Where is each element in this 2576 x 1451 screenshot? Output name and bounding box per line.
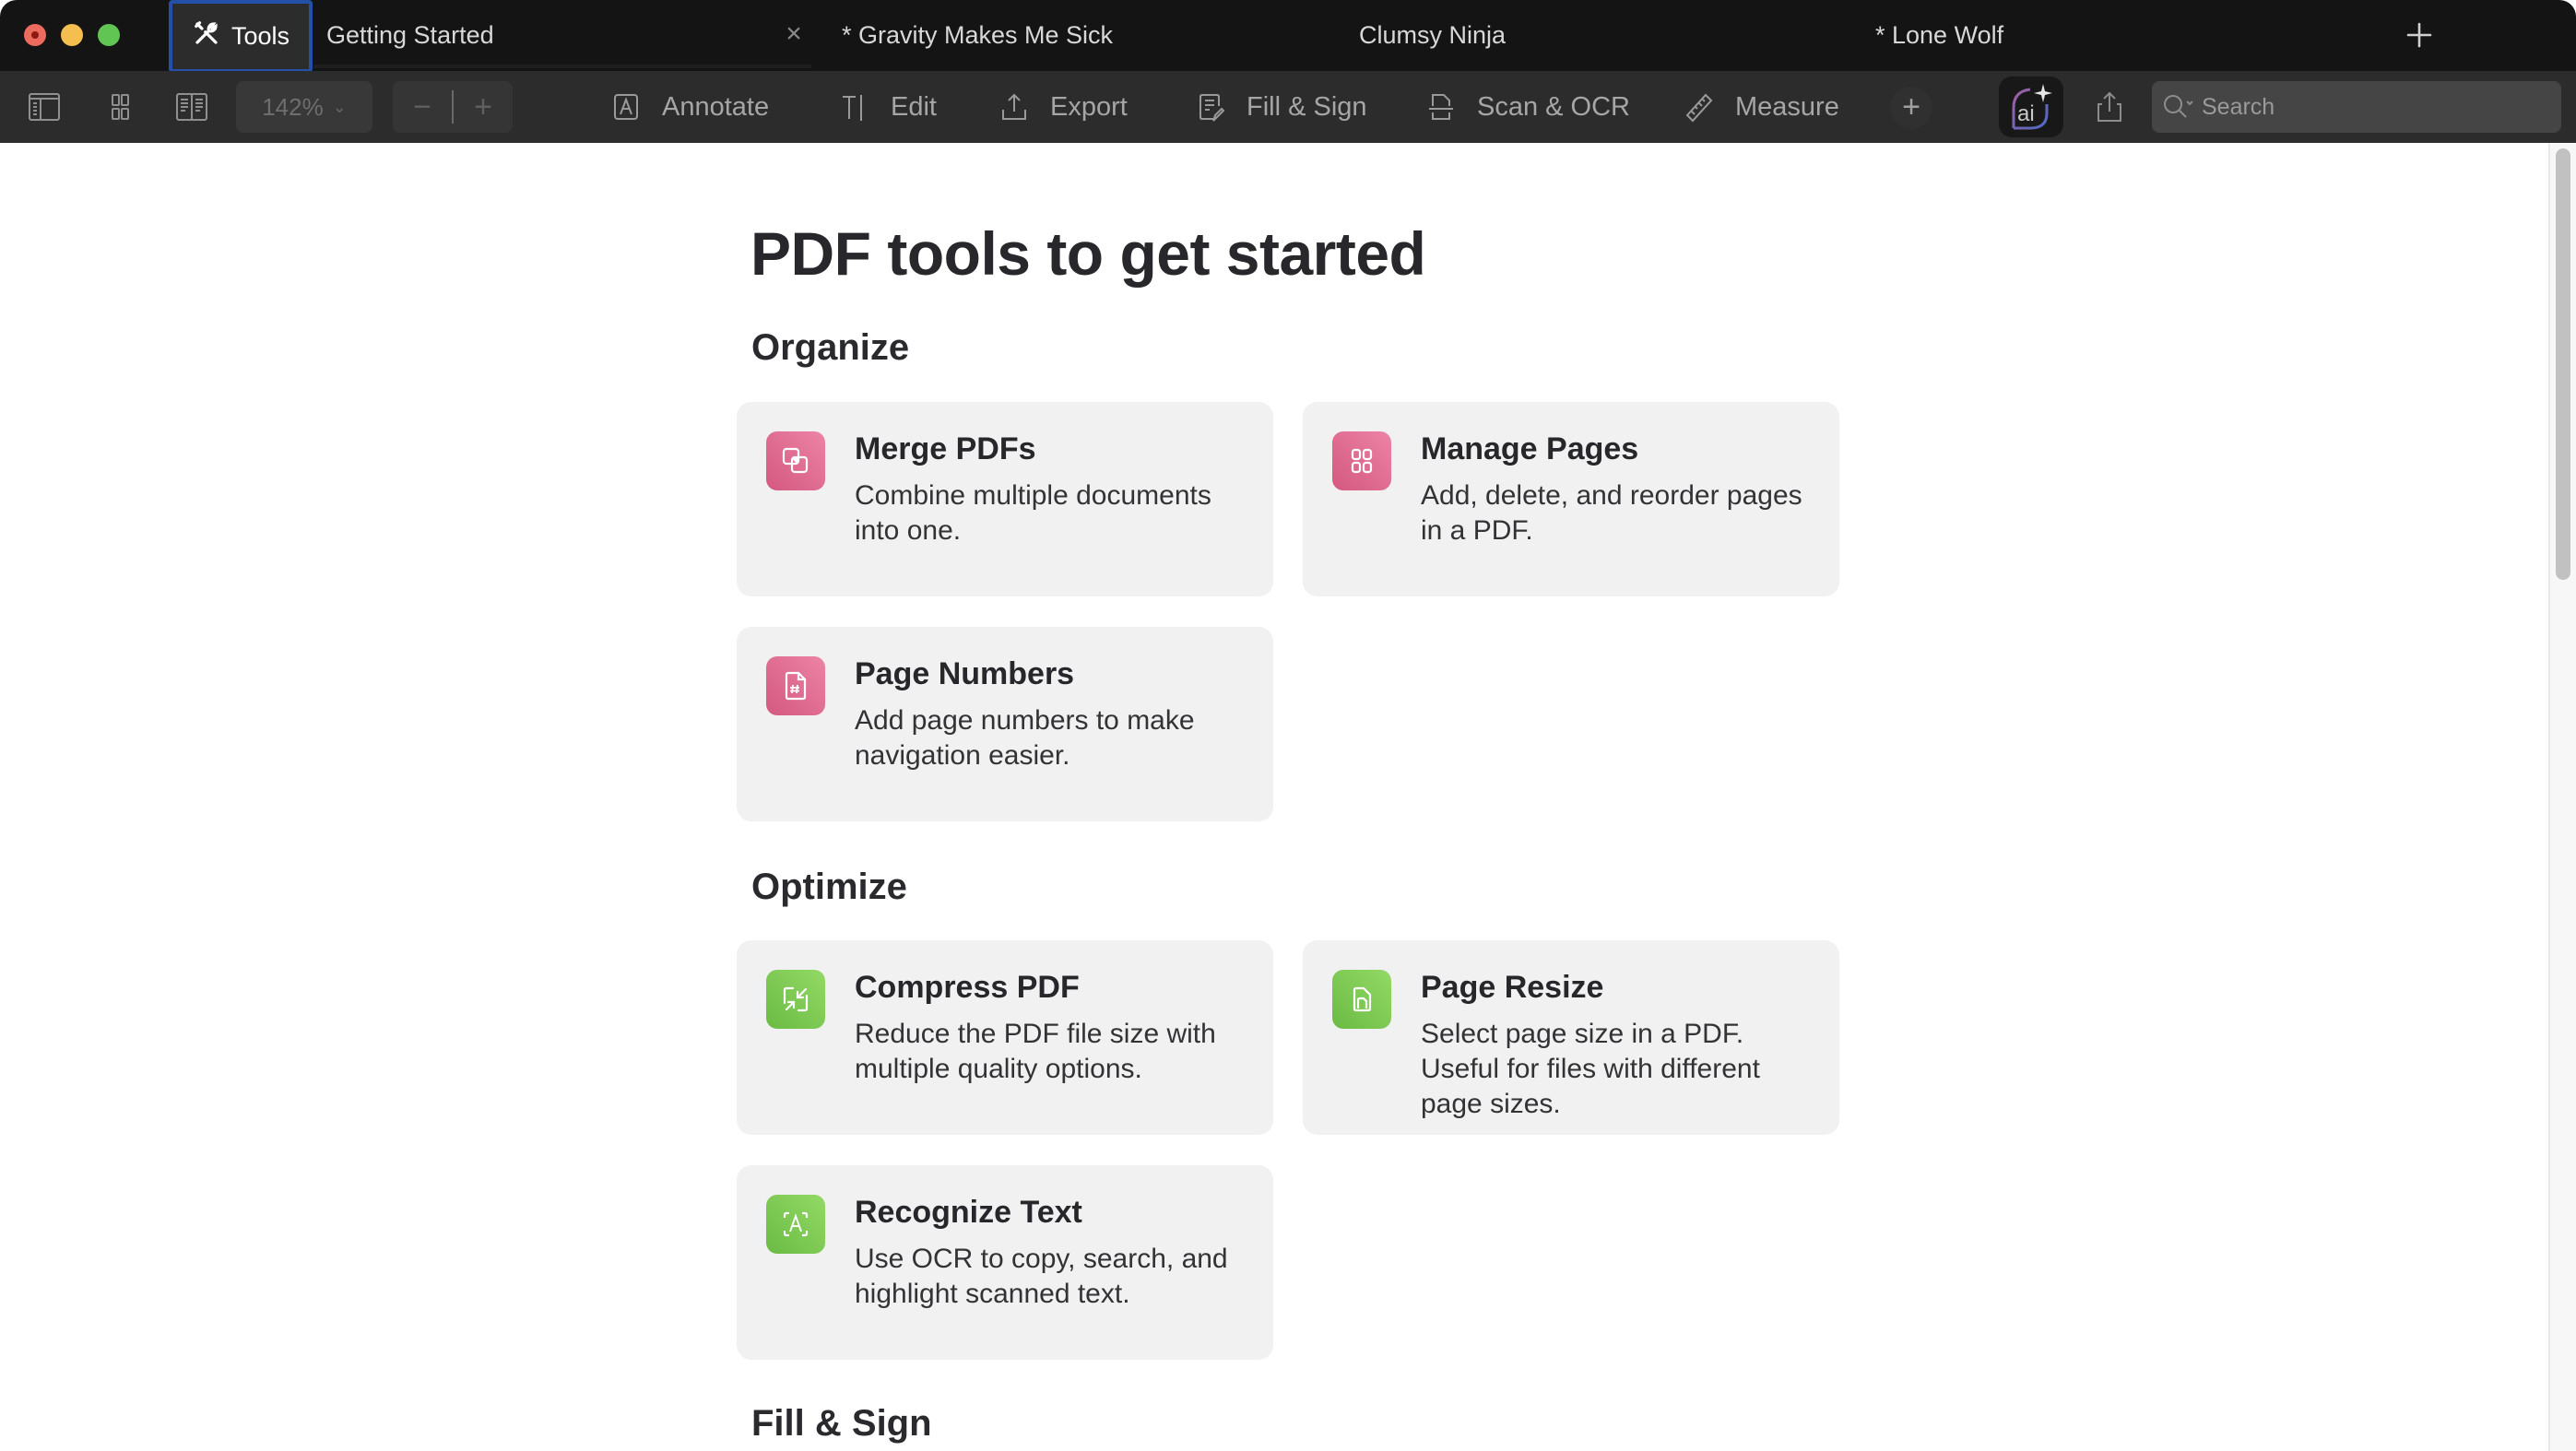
page-resize-icon bbox=[1332, 970, 1391, 1029]
sidebar-toggle-button[interactable] bbox=[28, 91, 61, 123]
measure-tool-button[interactable]: Measure bbox=[1684, 71, 1839, 143]
zoom-level-dropdown[interactable]: 142% ⌄ bbox=[236, 81, 372, 133]
tab-tools[interactable]: Tools bbox=[169, 0, 313, 73]
card-title: Manage Pages bbox=[1421, 431, 1639, 466]
share-icon bbox=[2097, 91, 2121, 122]
tool-label: Measure bbox=[1735, 91, 1839, 122]
scan-ocr-tool-button[interactable]: Scan & OCR bbox=[1425, 71, 1630, 143]
card-title: Page Resize bbox=[1421, 970, 1604, 1005]
zoom-stepper: − + bbox=[393, 81, 513, 133]
search-icon bbox=[2164, 95, 2193, 118]
card-description: Add, delete, and reorder pages in a PDF. bbox=[1421, 480, 1802, 546]
grid-pages-icon bbox=[1332, 431, 1391, 490]
tool-card-merge-pdfs[interactable]: Merge PDFs Combine multiple documents in… bbox=[737, 402, 1273, 596]
scan-icon bbox=[1429, 94, 1453, 120]
tab-label: Clumsy Ninja bbox=[1359, 21, 1507, 49]
export-tool-button[interactable]: Export bbox=[998, 71, 1128, 143]
tool-label: Export bbox=[1050, 91, 1128, 122]
tool-card-recognize-text[interactable]: Recognize Text Use OCR to copy, search, … bbox=[737, 1165, 1273, 1360]
tab-getting-started[interactable]: Getting Started bbox=[326, 0, 494, 71]
card-description: Reduce the PDF file size with multiple q… bbox=[855, 1019, 1216, 1084]
sidebar-icon bbox=[29, 93, 60, 121]
card-title: Recognize Text bbox=[855, 1195, 1082, 1230]
annotate-tool-button[interactable]: Annotate bbox=[610, 71, 769, 143]
fill-sign-icon bbox=[1199, 94, 1225, 122]
card-title: Merge PDFs bbox=[855, 431, 1036, 466]
close-tab-icon[interactable]: × bbox=[780, 20, 808, 48]
tab-lone-wolf[interactable]: * Lone Wolf bbox=[1875, 0, 2003, 71]
maximize-window-button[interactable] bbox=[98, 24, 120, 46]
tab-label: Tools bbox=[231, 22, 290, 50]
compress-icon bbox=[766, 970, 825, 1029]
tools-page: PDF tools to get started Organize Merge … bbox=[0, 143, 2548, 1451]
tab-bar: Tools Getting Started × * Gravity Makes … bbox=[0, 0, 2576, 73]
page-number-icon bbox=[766, 656, 825, 715]
tab-label: Getting Started bbox=[326, 21, 494, 49]
tab-underline bbox=[313, 65, 811, 68]
search-input[interactable] bbox=[2202, 93, 2515, 121]
tool-label: Scan & OCR bbox=[1477, 91, 1630, 122]
tool-card-page-numbers[interactable]: Page Numbers Add page numbers to make na… bbox=[737, 627, 1273, 821]
ocr-icon bbox=[766, 1195, 825, 1254]
tab-label: * Lone Wolf bbox=[1875, 21, 2004, 49]
tool-label: Annotate bbox=[662, 91, 770, 122]
tool-card-page-resize[interactable]: Page Resize Select page size in a PDF. U… bbox=[1303, 940, 1839, 1135]
card-description: Add page numbers to make navigation easi… bbox=[855, 705, 1195, 771]
merge-icon bbox=[766, 431, 825, 490]
edit-tool-button[interactable]: Edit bbox=[839, 71, 937, 143]
section-heading-organize: Organize bbox=[751, 327, 910, 368]
card-description: Select page size in a PDF. Useful for fi… bbox=[1421, 1019, 1760, 1119]
page-title: PDF tools to get started bbox=[750, 219, 1426, 288]
thumbnails-icon bbox=[112, 94, 129, 120]
chevron-down-icon: ⌄ bbox=[332, 97, 347, 116]
edit-text-icon bbox=[843, 95, 862, 121]
vertical-scrollbar[interactable] bbox=[2548, 143, 2576, 1451]
scrollbar-thumb[interactable] bbox=[2556, 148, 2570, 580]
tab-label: * Gravity Makes Me Sick bbox=[842, 21, 1114, 49]
section-heading-fill-sign: Fill & Sign bbox=[751, 1403, 932, 1444]
two-page-view-button[interactable] bbox=[175, 91, 208, 123]
card-title: Page Numbers bbox=[855, 656, 1075, 691]
tool-card-compress-pdf[interactable]: Compress PDF Reduce the PDF file size wi… bbox=[737, 940, 1273, 1135]
card-description: Combine multiple documents into one. bbox=[855, 480, 1211, 546]
search-field[interactable] bbox=[2152, 81, 2561, 133]
fill-sign-tool-button[interactable]: Fill & Sign bbox=[1195, 71, 1367, 143]
zoom-out-button[interactable]: − bbox=[396, 81, 448, 133]
tab-clumsy-ninja[interactable]: Clumsy Ninja bbox=[1359, 0, 1506, 71]
tab-gravity-makes-me-sick[interactable]: * Gravity Makes Me Sick bbox=[842, 0, 1113, 71]
tool-label: Fill & Sign bbox=[1247, 91, 1367, 122]
svg-text:ai: ai bbox=[2017, 101, 2035, 126]
close-window-button[interactable] bbox=[24, 24, 46, 46]
new-tab-button[interactable] bbox=[2401, 17, 2438, 53]
section-heading-optimize: Optimize bbox=[751, 867, 907, 907]
card-title: Compress PDF bbox=[855, 970, 1080, 1005]
zoom-level-value: 142% bbox=[262, 92, 324, 121]
zoom-in-button[interactable]: + bbox=[457, 81, 509, 133]
tool-card-manage-pages[interactable]: Manage Pages Add, delete, and reorder pa… bbox=[1303, 402, 1839, 596]
ruler-icon bbox=[1685, 93, 1713, 123]
share-button[interactable] bbox=[2093, 89, 2126, 124]
add-tool-button[interactable]: + bbox=[1890, 87, 1932, 129]
toolbar: 142% ⌄ − + Annotate Edit Export Fill & S… bbox=[0, 71, 2576, 143]
stepper-divider bbox=[452, 90, 454, 124]
tools-icon bbox=[193, 19, 220, 53]
plus-icon bbox=[2406, 22, 2432, 48]
ai-assistant-button[interactable]: ai bbox=[1999, 77, 2063, 137]
minimize-window-button[interactable] bbox=[61, 24, 83, 46]
ai-icon: ai bbox=[2012, 84, 2052, 130]
tool-label: Edit bbox=[891, 91, 937, 122]
export-icon bbox=[1002, 93, 1026, 120]
thumbnails-view-button[interactable] bbox=[103, 91, 136, 123]
two-page-icon bbox=[176, 93, 207, 121]
annotate-icon bbox=[614, 94, 638, 120]
card-description: Use OCR to copy, search, and highlight s… bbox=[855, 1244, 1228, 1309]
